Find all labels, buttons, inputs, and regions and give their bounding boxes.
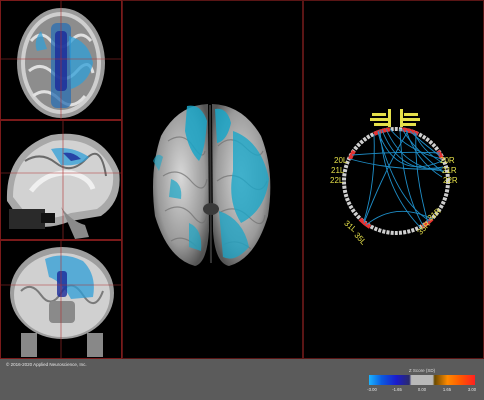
coronal-slice-view[interactable] xyxy=(0,240,122,359)
viewer-frame: 20L 21L 22L 20R 21R 22R 31L 35L 31R 35R xyxy=(0,0,484,359)
scale-tick: 1.65 xyxy=(442,387,452,392)
sagittal-brain-image xyxy=(1,121,121,239)
scale-tick: -3.00 xyxy=(367,387,377,392)
region-label-31r: 31R xyxy=(426,206,443,222)
region-label-21r: 21R xyxy=(442,166,457,175)
scale-gradient-bar xyxy=(369,375,475,385)
sagittal-slice-view[interactable] xyxy=(0,120,122,240)
region-label-35l: 35L xyxy=(352,231,368,247)
ring-node-markers xyxy=(348,127,444,229)
axial-brain-image xyxy=(1,1,121,119)
scale-tick: -1.65 xyxy=(392,387,402,392)
top-region-labels xyxy=(370,109,420,127)
region-label-20r: 20R xyxy=(440,156,455,165)
region-label-22l: 22L xyxy=(330,176,344,185)
z-score-color-scale: Z Score (SD) -3.00 -1.65 0.00 1.65 3.00 xyxy=(366,368,478,398)
scale-title: Z Score (SD) xyxy=(408,368,436,373)
connectivity-ring-plot: 20L 21L 22L 20R 21R 22R 31L 35L 31R 35R xyxy=(330,109,458,247)
brain-surface-render xyxy=(153,104,271,266)
region-label-21l: 21L xyxy=(331,166,345,175)
scale-tick: 0.00 xyxy=(417,387,427,392)
copyright-text: © 2016-2020 Applied Neuroscience, Inc. xyxy=(6,362,87,367)
region-label-22r: 22R xyxy=(443,176,458,185)
region-label-20l: 20L xyxy=(334,156,348,165)
axial-slice-view[interactable] xyxy=(0,0,122,120)
scale-tick: 3.00 xyxy=(467,387,477,392)
coronal-brain-image xyxy=(1,241,121,358)
brain-surface-3d-view[interactable] xyxy=(122,0,303,359)
connectivity-ring-view[interactable]: 20L 21L 22L 20R 21R 22R 31L 35L 31R 35R xyxy=(303,0,484,359)
